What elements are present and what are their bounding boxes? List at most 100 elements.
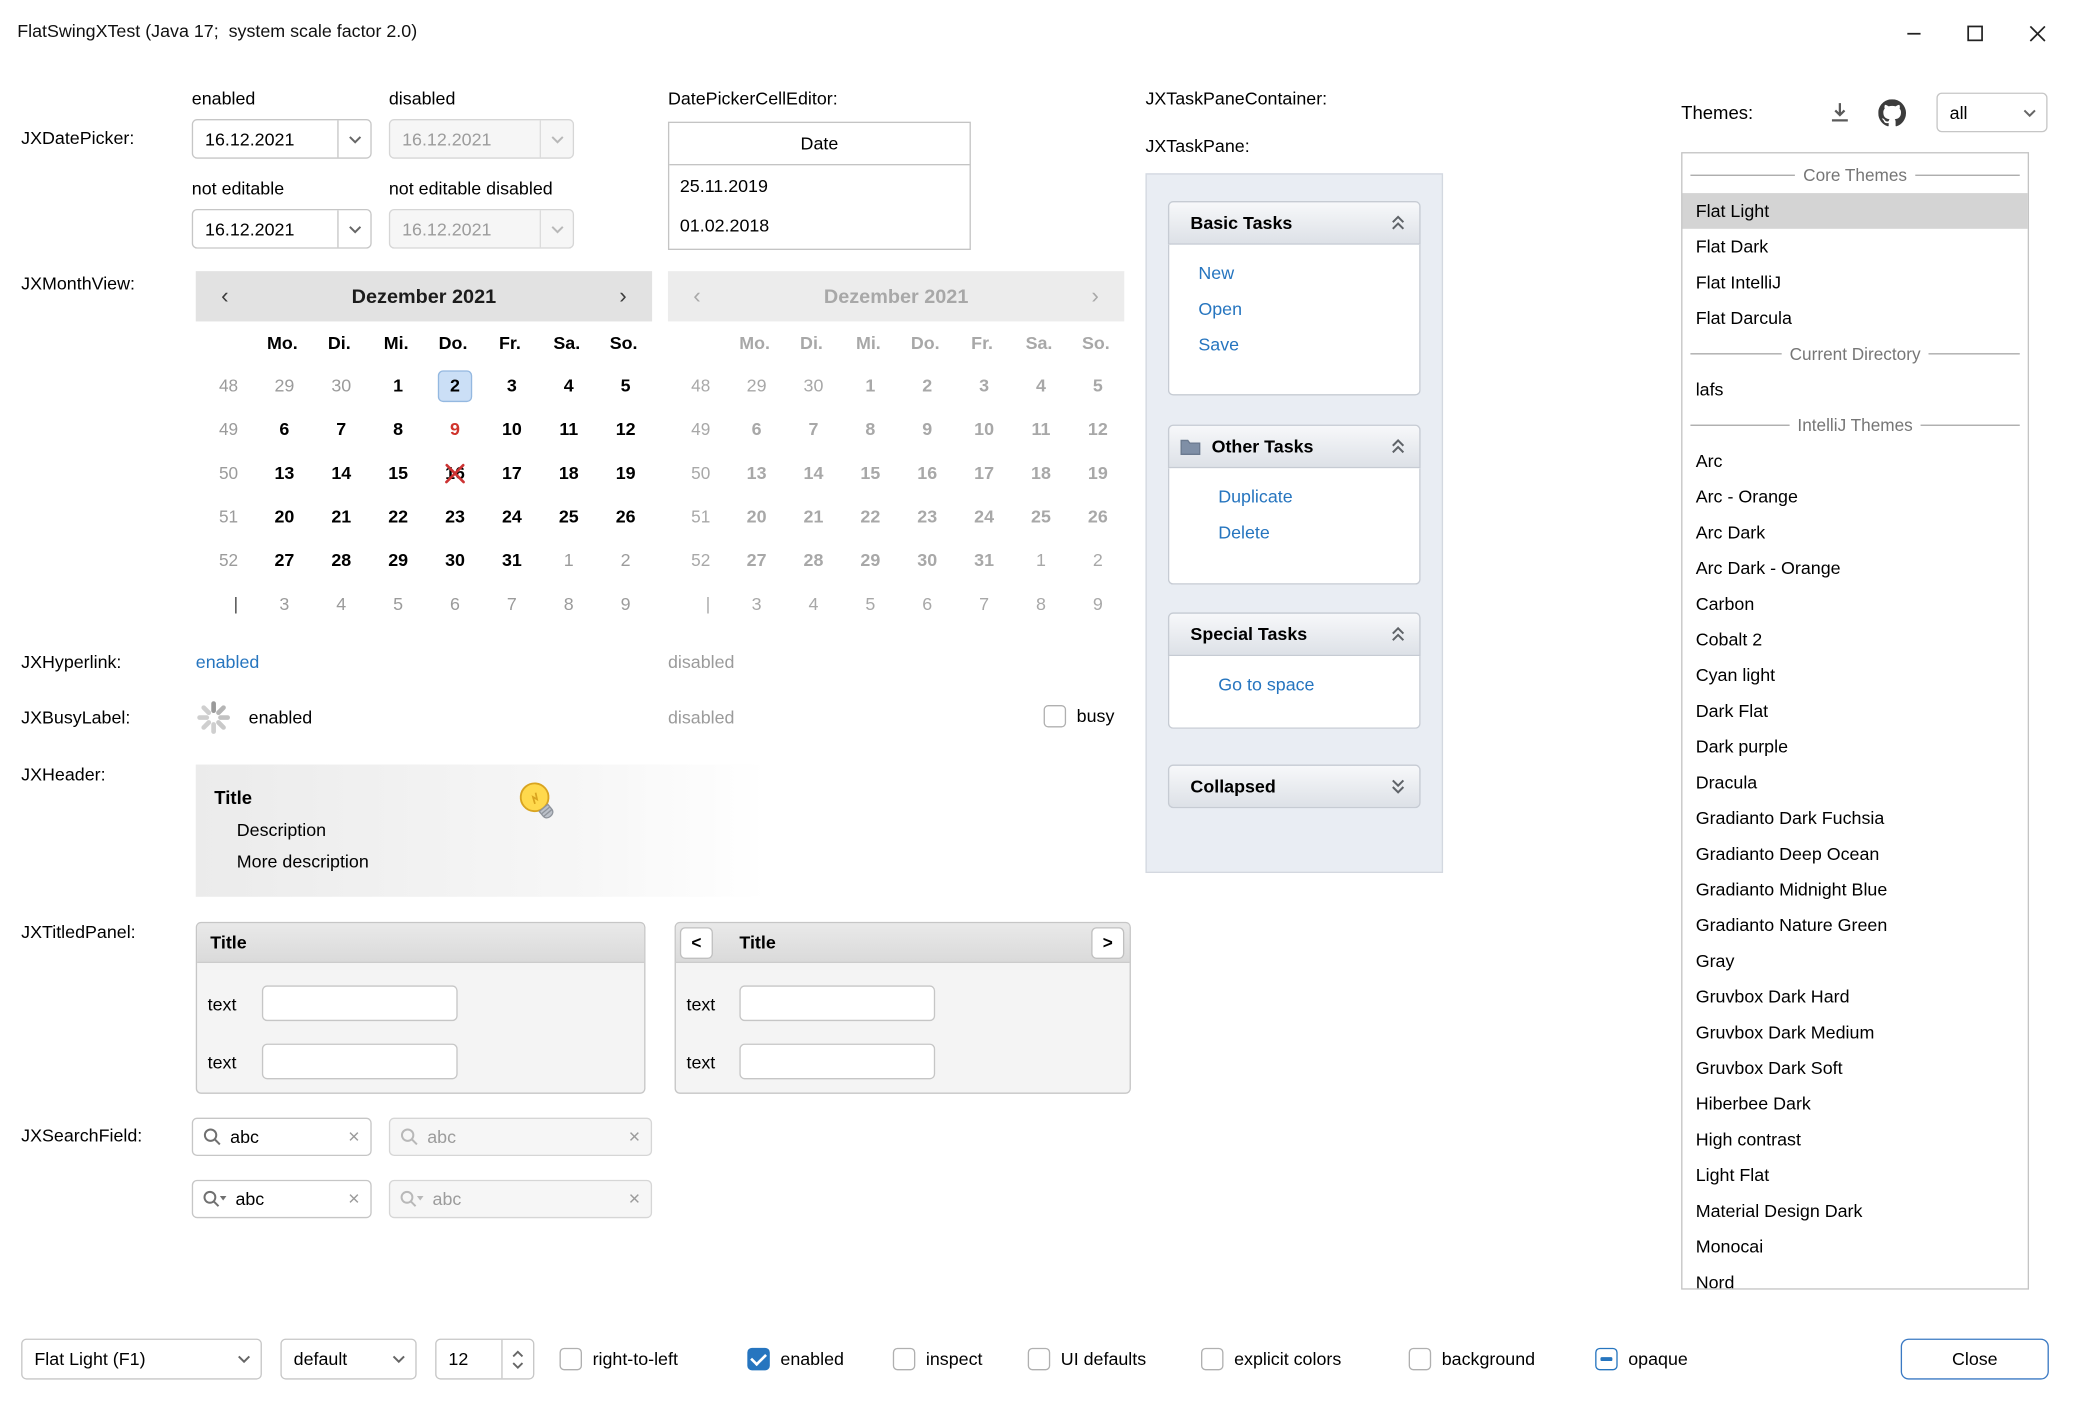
- chevron-double-up-icon[interactable]: [1390, 438, 1406, 455]
- download-icon[interactable]: [1823, 95, 1857, 129]
- checkbox-right-to-left[interactable]: [560, 1348, 582, 1370]
- chevron-double-down-icon[interactable]: [1390, 778, 1406, 795]
- calendar-day[interactable]: 4: [538, 370, 595, 402]
- search-value[interactable]: abc: [235, 1189, 348, 1209]
- calendar-day[interactable]: 30: [425, 544, 482, 576]
- theme-list-item[interactable]: Gruvbox Dark Soft: [1682, 1050, 2027, 1086]
- theme-list-item[interactable]: Arc: [1682, 443, 2027, 479]
- calendar-day[interactable]: 7: [481, 588, 538, 620]
- calendar-day[interactable]: 9: [425, 413, 482, 445]
- close-icon[interactable]: [2007, 0, 2069, 66]
- theme-list-item[interactable]: Gradianto Dark Fuchsia: [1682, 800, 2027, 836]
- calendar-day[interactable]: 31: [481, 544, 538, 576]
- theme-list-item[interactable]: Hiberbee Dark: [1682, 1086, 2027, 1122]
- datepicker-enabled[interactable]: 16.12.2021: [192, 119, 372, 159]
- taskpane-link-open[interactable]: Open: [1169, 291, 1419, 327]
- calendar-day[interactable]: 30: [311, 370, 368, 402]
- calendar-day[interactable]: 1: [368, 370, 425, 402]
- checkbox-group-inspect[interactable]: inspect: [893, 1339, 983, 1380]
- table-row[interactable]: 01.02.2018: [669, 205, 969, 245]
- calendar-day[interactable]: 11: [538, 413, 595, 445]
- calendar-day[interactable]: 23: [425, 501, 482, 533]
- calendar-day[interactable]: 20: [254, 501, 311, 533]
- chevron-down-icon[interactable]: [337, 120, 370, 157]
- checkbox-explicit-colors[interactable]: [1201, 1348, 1223, 1370]
- search-menu-icon[interactable]: [202, 1189, 227, 1209]
- theme-list-item[interactable]: Carbon: [1682, 586, 2027, 622]
- calendar-day[interactable]: 28: [311, 544, 368, 576]
- checkbox-group-ui-defaults[interactable]: UI defaults: [1028, 1339, 1146, 1380]
- checkbox-group-right-to-left[interactable]: right-to-left: [560, 1339, 678, 1380]
- calendar-day[interactable]: 5: [595, 370, 652, 402]
- chevron-double-up-icon[interactable]: [1390, 626, 1406, 643]
- calendar-day[interactable]: 1: [538, 544, 595, 576]
- busy-checkbox-group[interactable]: busy: [1044, 705, 1115, 727]
- datepicker-not-editable[interactable]: 16.12.2021: [192, 209, 372, 249]
- checkbox-ui-defaults[interactable]: [1028, 1348, 1050, 1370]
- theme-list-item[interactable]: Gray: [1682, 943, 2027, 979]
- table-row[interactable]: 25.11.2019: [669, 165, 969, 205]
- theme-list-item[interactable]: Gruvbox Dark Medium: [1682, 1015, 2027, 1051]
- calendar-day[interactable]: 2: [595, 544, 652, 576]
- theme-list-item[interactable]: Gruvbox Dark Hard: [1682, 979, 2027, 1015]
- calendar-day[interactable]: 26: [595, 501, 652, 533]
- checkbox-group-explicit-colors[interactable]: explicit colors: [1201, 1339, 1341, 1380]
- calendar-day[interactable]: 21: [311, 501, 368, 533]
- theme-list-item[interactable]: Cyan light: [1682, 657, 2027, 693]
- taskpane-header-collapsed[interactable]: Collapsed: [1168, 765, 1421, 809]
- checkbox-opaque[interactable]: [1595, 1348, 1617, 1370]
- taskpane-header-other-tasks[interactable]: Other Tasks: [1168, 425, 1421, 469]
- calendar-day[interactable]: 25: [538, 501, 595, 533]
- calendar-day[interactable]: 13: [254, 457, 311, 489]
- calendar-day[interactable]: 8: [538, 588, 595, 620]
- search-field[interactable]: abc ×: [192, 1118, 372, 1156]
- taskpane-header-basic-tasks[interactable]: Basic Tasks: [1168, 201, 1421, 245]
- clear-icon[interactable]: ×: [348, 1188, 360, 1210]
- themes-filter-combo[interactable]: all: [1936, 93, 2047, 133]
- theme-list-item[interactable]: Light Flat: [1682, 1157, 2027, 1193]
- checkbox-group-enabled[interactable]: enabled: [747, 1339, 844, 1380]
- clear-icon[interactable]: ×: [348, 1126, 360, 1148]
- github-icon[interactable]: [1874, 95, 1908, 129]
- themes-list[interactable]: Core ThemesFlat LightFlat DarkFlat Intel…: [1681, 152, 2029, 1290]
- calendar-day[interactable]: 17: [481, 457, 538, 489]
- calendar-day[interactable]: 22: [368, 501, 425, 533]
- calendar-day[interactable]: 2: [425, 370, 482, 402]
- minimize-icon[interactable]: [1882, 0, 1944, 66]
- previous-month-icon[interactable]: ‹: [196, 283, 254, 309]
- taskpane-header-special-tasks[interactable]: Special Tasks: [1168, 612, 1421, 656]
- theme-list-item[interactable]: Dracula: [1682, 765, 2027, 801]
- theme-list-item[interactable]: Nord: [1682, 1265, 2027, 1290]
- theme-list-item[interactable]: Flat IntelliJ: [1682, 265, 2027, 301]
- taskpane-link-delete[interactable]: Delete: [1169, 515, 1419, 551]
- theme-list-item[interactable]: Dark purple: [1682, 729, 2027, 765]
- checkbox-group-opaque[interactable]: opaque: [1595, 1339, 1688, 1380]
- text-input[interactable]: [739, 1044, 935, 1080]
- calendar-day[interactable]: 6: [254, 413, 311, 445]
- theme-list-item[interactable]: Monocai: [1682, 1229, 2027, 1265]
- checkbox-inspect[interactable]: [893, 1348, 915, 1370]
- calendar-day[interactable]: 6: [425, 588, 482, 620]
- theme-list-item[interactable]: Gradianto Deep Ocean: [1682, 836, 2027, 872]
- calendar-day[interactable]: 7: [311, 413, 368, 445]
- calendar-day[interactable]: 29: [368, 544, 425, 576]
- close-button[interactable]: Close: [1901, 1339, 2049, 1380]
- calendar-day[interactable]: 14: [311, 457, 368, 489]
- calendar-day[interactable]: 18: [538, 457, 595, 489]
- theme-list-item[interactable]: Gradianto Nature Green: [1682, 907, 2027, 943]
- theme-list-item[interactable]: Gradianto Midnight Blue: [1682, 872, 2027, 908]
- text-input[interactable]: [262, 1044, 458, 1080]
- calendar-day[interactable]: 9: [595, 588, 652, 620]
- left-arrow-button[interactable]: <: [680, 927, 713, 959]
- theme-list-item[interactable]: Arc Dark: [1682, 515, 2027, 551]
- calendar-day[interactable]: 24: [481, 501, 538, 533]
- right-arrow-button[interactable]: >: [1091, 927, 1124, 959]
- theme-list-item[interactable]: Flat Light: [1682, 193, 2027, 229]
- maximize-icon[interactable]: [1944, 0, 2006, 66]
- calendar-day[interactable]: 16: [425, 457, 482, 489]
- search-field-with-menu[interactable]: abc ×: [192, 1180, 372, 1218]
- text-input[interactable]: [739, 985, 935, 1021]
- theme-list-item[interactable]: Dark Flat: [1682, 693, 2027, 729]
- table-column-header[interactable]: Date: [669, 123, 969, 165]
- checkbox-group-background[interactable]: background: [1409, 1339, 1535, 1380]
